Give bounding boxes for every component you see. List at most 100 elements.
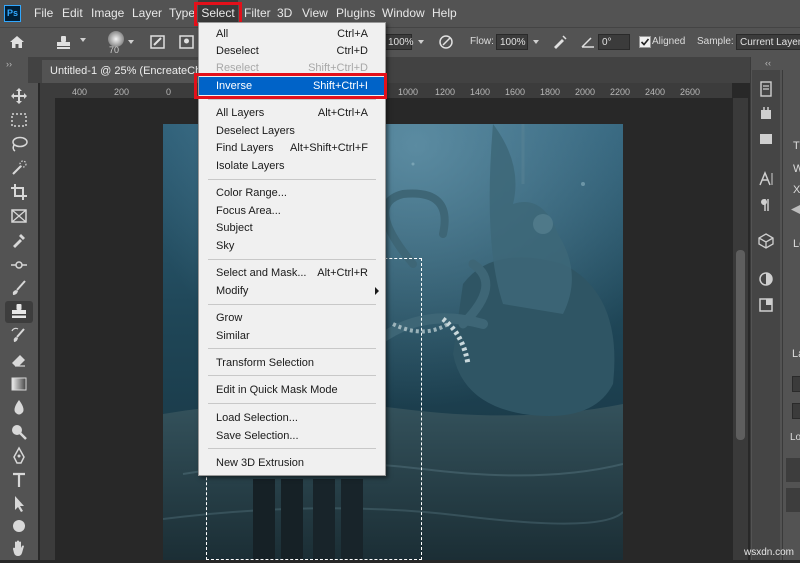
menu-item-label: Deselect	[216, 45, 259, 57]
properties-panel-icon[interactable]	[757, 130, 775, 148]
marquee-tool-icon[interactable]	[9, 110, 29, 130]
document-tab[interactable]: Untitled-1 @ 25% (EncreateCha	[42, 60, 216, 83]
menu-item-label: Load Selection...	[216, 412, 298, 424]
menu-item-similar[interactable]: Similar	[199, 327, 385, 345]
menu-item-find-layers[interactable]: Find Layers Alt+Shift+Ctrl+F	[199, 139, 385, 157]
blur-tool-icon[interactable]	[9, 398, 29, 418]
quick-selection-tool-icon[interactable]	[9, 158, 29, 178]
opacity-field[interactable]: 100%	[384, 34, 414, 50]
brush-settings-icon[interactable]	[149, 33, 167, 51]
clone-stamp-preset-icon[interactable]	[54, 34, 74, 52]
libraries-panel-icon[interactable]	[757, 296, 775, 314]
menu-item-load-selection[interactable]: Load Selection...	[199, 409, 385, 427]
scrollbar-thumb[interactable]	[736, 250, 745, 440]
healing-brush-tool-icon[interactable]	[9, 254, 29, 274]
menu-item-label: Save Selection...	[216, 430, 299, 442]
move-tool-icon[interactable]	[9, 86, 29, 106]
paragraph-panel-icon[interactable]	[757, 196, 775, 214]
menu-image[interactable]: Image	[91, 0, 124, 27]
history-brush-tool-icon[interactable]	[9, 326, 29, 346]
path-selection-tool-icon[interactable]	[9, 494, 29, 514]
menu-item-sky[interactable]: Sky	[199, 237, 385, 255]
menu-type[interactable]: Type	[169, 0, 195, 27]
menu-item-new-3d-extrusion[interactable]: New 3D Extrusion	[199, 454, 385, 472]
ellipse-tool-icon[interactable]	[9, 516, 29, 536]
airbrush-icon[interactable]	[551, 33, 569, 51]
panel-label: Lo	[790, 432, 800, 443]
menu-file[interactable]: File	[34, 0, 53, 27]
ruler-tick-label: 1200	[435, 87, 456, 97]
photoshop-logo-icon[interactable]: Ps	[4, 5, 21, 22]
pressure-opacity-icon[interactable]	[437, 33, 455, 51]
aligned-checkbox[interactable]	[639, 36, 651, 48]
brush-size-value: 70	[109, 45, 120, 55]
flow-field[interactable]: 100%	[496, 34, 528, 50]
brush-tool-icon[interactable]	[9, 278, 29, 298]
menu-item-isolate-layers[interactable]: Isolate Layers	[199, 157, 385, 175]
menu-item-transform-selection[interactable]: Transform Selection	[199, 354, 385, 372]
character-panel-icon[interactable]	[757, 170, 775, 188]
type-tool-icon[interactable]	[9, 470, 29, 490]
chevron-down-icon[interactable]	[80, 38, 86, 42]
chevron-down-icon[interactable]	[128, 40, 134, 44]
menu-window[interactable]: Window	[382, 0, 425, 27]
menu-item-modify[interactable]: Modify	[199, 282, 385, 300]
menu-item-edit-in-quick-mask-mode[interactable]: Edit in Quick Mask Mode	[199, 381, 385, 399]
collapse-toolbar-icon[interactable]: ››	[6, 59, 12, 69]
chevron-down-icon[interactable]	[533, 40, 539, 44]
lasso-tool-icon[interactable]	[9, 134, 29, 154]
3d-panel-icon[interactable]	[757, 232, 775, 250]
menu-item-subject[interactable]: Subject	[199, 219, 385, 237]
angle-field[interactable]: 0°	[598, 34, 630, 50]
ruler-tick-label: 2600	[680, 87, 701, 97]
panel-label: Ti	[793, 140, 800, 152]
menu-item-focus-area[interactable]: Focus Area...	[199, 202, 385, 220]
crop-tool-icon[interactable]	[9, 182, 29, 202]
menu-item-label: New 3D Extrusion	[216, 457, 305, 469]
brush-settings-panel-icon[interactable]	[757, 105, 775, 123]
sample-select[interactable]: Current Layer	[736, 34, 800, 50]
menu-layer[interactable]: Layer	[132, 0, 162, 27]
eyedropper-tool-icon[interactable]	[9, 230, 29, 250]
eraser-tool-icon[interactable]	[9, 350, 29, 370]
pen-tool-icon[interactable]	[9, 446, 29, 466]
flow-label: Flow:	[470, 36, 494, 47]
adjustments-panel-icon[interactable]	[757, 270, 775, 288]
layer-row[interactable]	[786, 458, 800, 482]
home-icon[interactable]	[8, 33, 26, 51]
clone-stamp-tool-icon[interactable]	[5, 301, 33, 323]
menu-item-all[interactable]: All Ctrl+A	[199, 25, 385, 43]
angle-icon	[580, 33, 596, 51]
menu-help[interactable]: Help	[432, 0, 457, 27]
dodge-tool-icon[interactable]	[9, 422, 29, 442]
menu-item-deselect-layers[interactable]: Deselect Layers	[199, 122, 385, 140]
frame-tool-icon[interactable]	[9, 206, 29, 226]
annotation-highlight-box	[194, 73, 387, 99]
menu-separator	[208, 179, 376, 180]
clone-source-icon[interactable]	[178, 33, 196, 51]
menu-item-shortcut: Ctrl+A	[337, 28, 368, 40]
blend-mode-field[interactable]	[792, 403, 800, 419]
hand-tool-icon[interactable]	[9, 538, 29, 558]
menu-item-save-selection[interactable]: Save Selection...	[199, 427, 385, 445]
menu-item-deselect[interactable]: Deselect Ctrl+D	[199, 42, 385, 60]
menu-edit[interactable]: Edit	[62, 0, 83, 27]
panel-label: Le	[793, 238, 800, 250]
menu-item-all-layers[interactable]: All Layers Alt+Ctrl+A	[199, 104, 385, 122]
menu-item-label: Transform Selection	[216, 357, 315, 369]
gradient-tool-icon[interactable]	[9, 374, 29, 394]
menu-item-color-range[interactable]: Color Range...	[199, 184, 385, 202]
collapse-panels-icon[interactable]: ‹‹	[765, 58, 771, 68]
history-panel-icon[interactable]	[757, 80, 775, 98]
chevron-left-icon[interactable]	[789, 205, 800, 214]
menu-item-label: Edit in Quick Mask Mode	[216, 384, 338, 396]
chevron-down-icon[interactable]	[418, 40, 424, 44]
menu-item-label: Isolate Layers	[216, 160, 285, 172]
menu-item-select-and-mask[interactable]: Select and Mask... Alt+Ctrl+R	[199, 264, 385, 282]
menu-item-grow[interactable]: Grow	[199, 309, 385, 327]
menu-item-label: Similar	[216, 330, 250, 342]
layer-row[interactable]	[786, 488, 800, 512]
ruler-tick-label: 200	[114, 87, 130, 97]
panel-divider	[782, 70, 783, 560]
layer-filter-field[interactable]	[792, 376, 800, 392]
